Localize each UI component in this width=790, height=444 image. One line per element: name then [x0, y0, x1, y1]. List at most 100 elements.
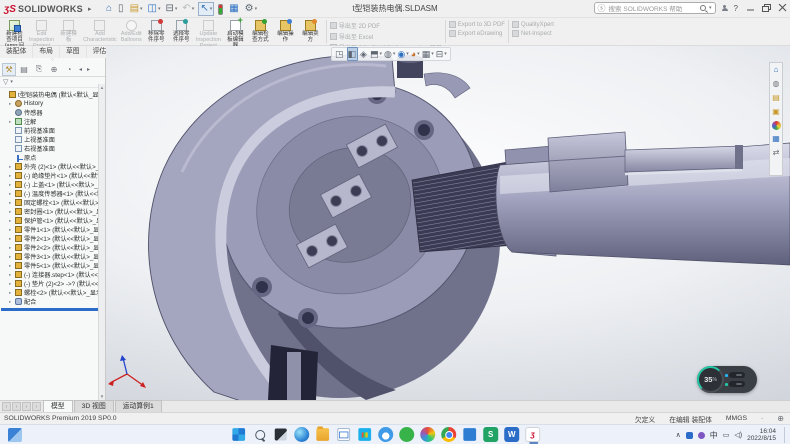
rollback-bar[interactable]	[1, 308, 104, 311]
tree-item[interactable]: ▸ (-) 垫片 (2)<2> ->? (默认<<默认>	[0, 279, 105, 288]
commandmanager-tab[interactable]: 布局	[33, 46, 60, 58]
start-button-icon[interactable]	[232, 428, 245, 441]
export-menu-item[interactable]: Net-Inspect	[512, 30, 554, 37]
tree-item[interactable]: ▸ 配合	[0, 297, 105, 306]
tree-item[interactable]: ▸ 零件5<1> (默认<<默认>_显示状态	[0, 261, 105, 270]
tray-volume-icon[interactable]: ◁)	[734, 431, 742, 439]
tree-filter[interactable]: ▽ ▾	[0, 77, 105, 88]
ribbon-button[interactable]: 编辑检 查方式	[248, 19, 273, 45]
expand-arrow-icon[interactable]: ▸	[9, 164, 13, 170]
tree-item[interactable]: ▸ (-) 连接器.step<1> (默认<<默认>	[0, 270, 105, 279]
expand-arrow-icon[interactable]: ▸	[9, 182, 13, 188]
commandmanager-tab[interactable]: 装配体	[0, 46, 33, 58]
section-view-icon[interactable]: ◧	[347, 47, 359, 61]
tree-scrollbar[interactable]: ▲ ▼	[98, 84, 105, 400]
browser-icon[interactable]	[420, 427, 435, 442]
edit-appearance-icon[interactable]: ◕ ▾	[411, 48, 420, 60]
help-icon[interactable]: ?	[734, 4, 738, 13]
configurationmanager-tab[interactable]: ⎘	[32, 63, 46, 76]
tree-item[interactable]: 前视基准面	[0, 126, 105, 135]
tray-app-icon[interactable]	[698, 432, 705, 439]
file-explorer-icon[interactable]: ▣	[772, 107, 780, 117]
taskbar-clock[interactable]: 16:04 2022/8/15	[747, 428, 776, 443]
expand-arrow-icon[interactable]: ▸	[9, 281, 13, 287]
tree-item[interactable]: 右视基准面	[0, 144, 105, 153]
graphics-viewport[interactable]	[106, 46, 790, 400]
expand-arrow-icon[interactable]: ▸	[9, 101, 13, 107]
scroll-down-icon[interactable]: ▼	[100, 394, 104, 399]
tree-item[interactable]: ▸ 零件3<1> (默认<<默认>_显示状态	[0, 252, 105, 261]
expand-arrow-icon[interactable]: ▸	[9, 119, 13, 125]
view-orientation-icon[interactable]: ⬒ ▾	[370, 48, 382, 60]
tree-item[interactable]: ▸ 固定螺栓<1> (默认<<默认>_显示	[0, 198, 105, 207]
dropdown-caret-icon[interactable]: ▾	[444, 51, 447, 57]
tree-item[interactable]: ▸ 外壳 (2)<1> (默认<<默认>_显示状	[0, 162, 105, 171]
tab-nav-next-icon[interactable]: ›	[22, 402, 31, 411]
task-view-icon[interactable]	[275, 429, 287, 441]
ribbon-button[interactable]: 编辑操 作	[273, 19, 298, 45]
design-library-icon[interactable]: ▤	[772, 93, 780, 103]
export-menu-item[interactable]: 导出至 2D PDF	[330, 21, 442, 30]
pane-arrow-right[interactable]: ▸	[85, 63, 92, 76]
tab-nav-prev-icon[interactable]: ‹	[12, 402, 21, 411]
close-button[interactable]	[778, 4, 787, 12]
dynamic-annotation-icon[interactable]: ◈	[360, 48, 368, 60]
commandmanager-tab[interactable]: 草图	[60, 46, 87, 58]
tab-nav-buttons[interactable]: ‹ ‹ › ›	[0, 402, 43, 412]
ime-indicator[interactable]: 中	[710, 430, 718, 441]
ribbon-button[interactable]: Add/Edit Balloons	[119, 19, 144, 45]
tree-item[interactable]: ▸ 零件1<1> (默认<<默认>_显示状态	[0, 225, 105, 234]
expand-arrow-icon[interactable]: ▸	[9, 299, 13, 305]
expand-arrow-icon[interactable]: ▸	[9, 218, 13, 224]
featuremanager-tab[interactable]: ⚒	[2, 63, 16, 76]
ribbon-button[interactable]: 移除零 件序号	[144, 19, 169, 45]
export-menu-item[interactable]: QualityXpert	[512, 21, 554, 28]
widget-toggle-icon[interactable]	[729, 381, 745, 387]
tree-item[interactable]: ▸ 保护管<1> (默认<<默认>_显示状	[0, 216, 105, 225]
widgets-icon[interactable]	[8, 428, 22, 442]
pane-arrow-left[interactable]: ◂	[77, 63, 84, 76]
tab-nav-last-icon[interactable]: ›	[32, 402, 41, 411]
document-tab[interactable]: 3D 视图	[74, 400, 114, 412]
zoom-overlay-widget[interactable]: 35 %	[697, 366, 757, 393]
utility-app-icon[interactable]	[463, 428, 476, 441]
ribbon-button[interactable]: 选择零 件序号	[169, 19, 194, 45]
propertymanager-tab[interactable]: ▤	[17, 63, 31, 76]
zoom-fit-icon[interactable]: ◳	[335, 48, 345, 60]
view-settings-icon[interactable]: ⊟ ▾	[436, 48, 447, 60]
expand-arrow-icon[interactable]: ▸	[9, 191, 13, 197]
tree-item[interactable]: ▸ (-) 绝缘垫片<1> (默认<<默认>_显	[0, 171, 105, 180]
mail-icon[interactable]	[337, 428, 350, 441]
dropdown-caret-icon[interactable]: ▾	[431, 51, 434, 57]
login-icon[interactable]	[722, 5, 728, 12]
edge-browser-icon[interactable]	[294, 427, 309, 442]
expand-arrow-icon[interactable]: ▸	[9, 173, 13, 179]
tray-monitor-icon[interactable]: ▭	[723, 431, 730, 439]
tree-item[interactable]: 传感器	[0, 108, 105, 117]
units-globe-icon[interactable]: ⊕	[777, 414, 784, 423]
dropdown-caret-icon[interactable]: ▾	[417, 51, 420, 57]
expand-arrow-icon[interactable]: ▸	[9, 245, 13, 251]
dropdown-caret-icon[interactable]: ▾	[379, 51, 382, 57]
expand-arrow-icon[interactable]: ▸	[9, 263, 13, 269]
ribbon-button[interactable]: Add Characteristic	[81, 19, 119, 45]
ribbon-button[interactable]: 新建模 板	[56, 19, 81, 45]
tree-item[interactable]: ▸ (-) 温度传感器<1> (默认<<默认>	[0, 189, 105, 198]
export-menu-item[interactable]: 导出至 Excel	[330, 32, 442, 41]
tab-nav-first-icon[interactable]: ‹	[2, 402, 11, 411]
tree-item[interactable]: ▸ 密封圈<1> (默认<<默认>_显示状	[0, 207, 105, 216]
solidworks-taskbar-icon[interactable]: ʒ	[525, 427, 540, 442]
expand-arrow-icon[interactable]: ▸	[9, 236, 13, 242]
apply-scene-icon[interactable]: ▦ ▾	[422, 48, 434, 60]
solidworks-resources-icon[interactable]: ◍	[773, 79, 780, 89]
document-tab[interactable]: 模型	[43, 400, 73, 412]
search-caret-icon[interactable]: ▾	[709, 5, 712, 11]
custom-properties-icon[interactable]: ▦	[772, 134, 780, 144]
tree-item[interactable]: 原点	[0, 153, 105, 162]
dimxpertmanager-tab[interactable]: ⊕	[47, 63, 61, 76]
restore-button[interactable]	[762, 4, 771, 12]
tree-item[interactable]: ▸ 注解	[0, 117, 105, 126]
tree-item[interactable]: ▸ History	[0, 99, 105, 108]
microsoft-store-icon[interactable]	[358, 428, 371, 441]
tree-item[interactable]: ▸ 零件2<1> (默认<<默认>_显示状态	[0, 234, 105, 243]
